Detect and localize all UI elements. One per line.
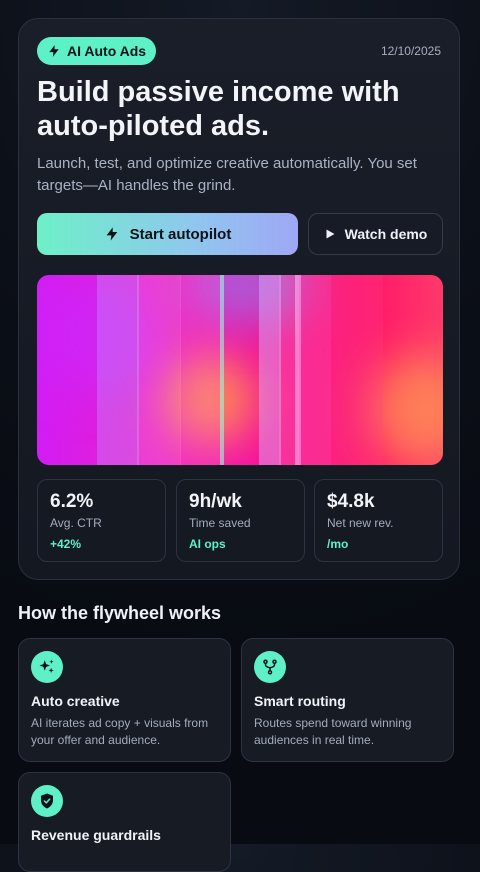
feature-card-revenue-guardrails: Revenue guardrails [18, 772, 231, 872]
stat-card-time-saved: 9h/wk Time saved AI ops [176, 479, 305, 562]
stat-delta: +42% [50, 537, 82, 551]
lightning-icon [106, 227, 117, 241]
hero-subtitle: Launch, test, and optimize creative auto… [37, 155, 417, 194]
stat-delta: /mo [327, 537, 349, 551]
start-autopilot-button[interactable]: Start autopilot [37, 213, 298, 255]
stat-card-revenue: $4.8k Net new rev. /mo [314, 479, 443, 562]
start-autopilot-label: Start autopilot [129, 225, 232, 243]
stat-label: Avg. CTR [50, 516, 102, 530]
lightning-icon [49, 45, 59, 57]
shield-check-icon [31, 785, 63, 817]
stat-label: Net new rev. [327, 516, 394, 530]
feature-title: Smart routing [254, 693, 346, 709]
stat-value: 9h/wk [189, 491, 242, 512]
feature-description: Routes spend toward winning audiences in… [254, 716, 412, 747]
feature-title: Revenue guardrails [31, 827, 161, 843]
product-badge-label: AI Auto Ads [67, 43, 147, 59]
stat-card-ctr: 6.2% Avg. CTR +42% [37, 479, 166, 562]
hero-artwork [37, 275, 443, 465]
stat-label: Time saved [189, 516, 251, 530]
sparkles-icon [31, 651, 63, 683]
stat-value: 6.2% [50, 491, 94, 512]
stats-row: 6.2% Avg. CTR +42% 9h/wk Time saved AI o… [37, 479, 443, 562]
stat-value: $4.8k [327, 491, 375, 512]
hero-headline: Build passive income with auto-piloted a… [37, 76, 400, 142]
watch-demo-button[interactable]: Watch demo [308, 213, 443, 255]
date-label: 12/10/2025 [380, 44, 441, 58]
fork-icon [254, 651, 286, 683]
feature-title: Auto creative [31, 693, 120, 709]
hero-card: AI Auto Ads 12/10/2025 Build passive inc… [18, 18, 460, 580]
watch-demo-label: Watch demo [344, 226, 428, 242]
feature-card-auto-creative: Auto creative AI iterates ad copy + visu… [18, 638, 231, 762]
feature-card-smart-routing: Smart routing Routes spend toward winnin… [241, 638, 454, 762]
product-badge: AI Auto Ads [37, 37, 157, 65]
feature-description: AI iterates ad copy + visuals from your … [31, 716, 209, 747]
play-icon [326, 229, 335, 239]
stat-delta: AI ops [189, 537, 226, 551]
section-title: How the flywheel works [18, 603, 222, 623]
